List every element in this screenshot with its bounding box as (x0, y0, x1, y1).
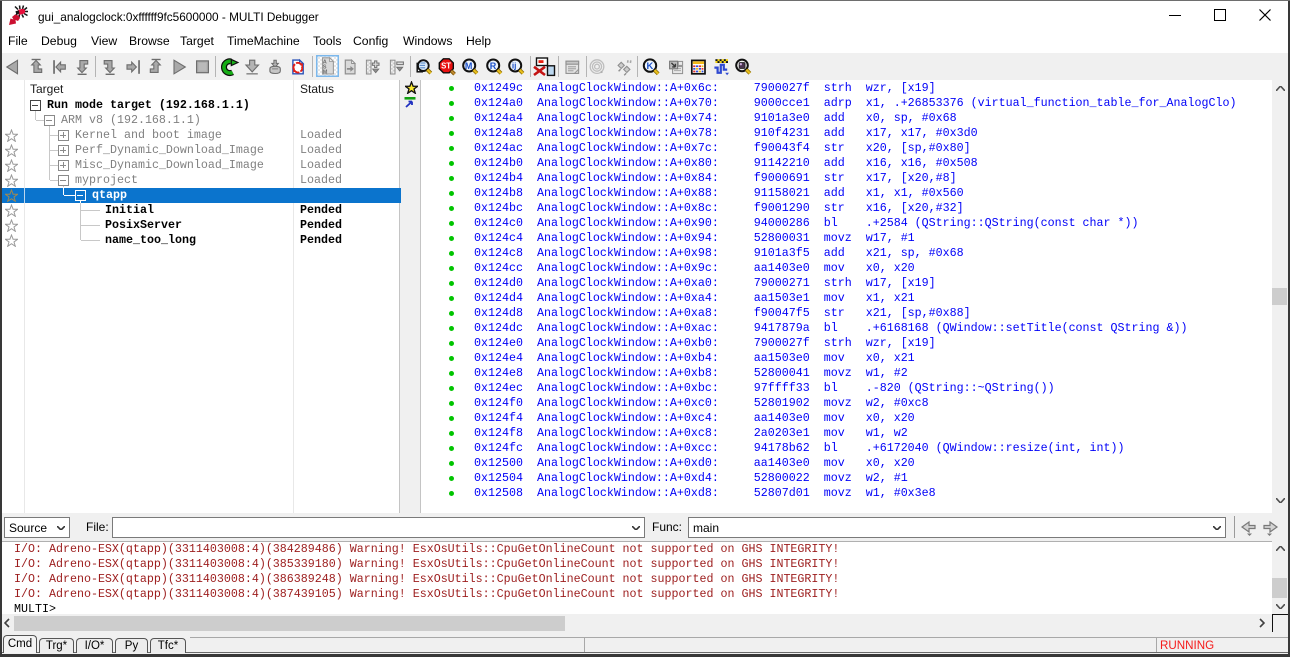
svg-text:ij: ij (512, 62, 517, 71)
svg-text:M: M (323, 70, 328, 76)
svg-text:M: M (465, 61, 473, 71)
svg-text:K: K (647, 60, 654, 71)
svg-text:R: R (490, 61, 497, 71)
svg-text:ST: ST (441, 62, 451, 71)
